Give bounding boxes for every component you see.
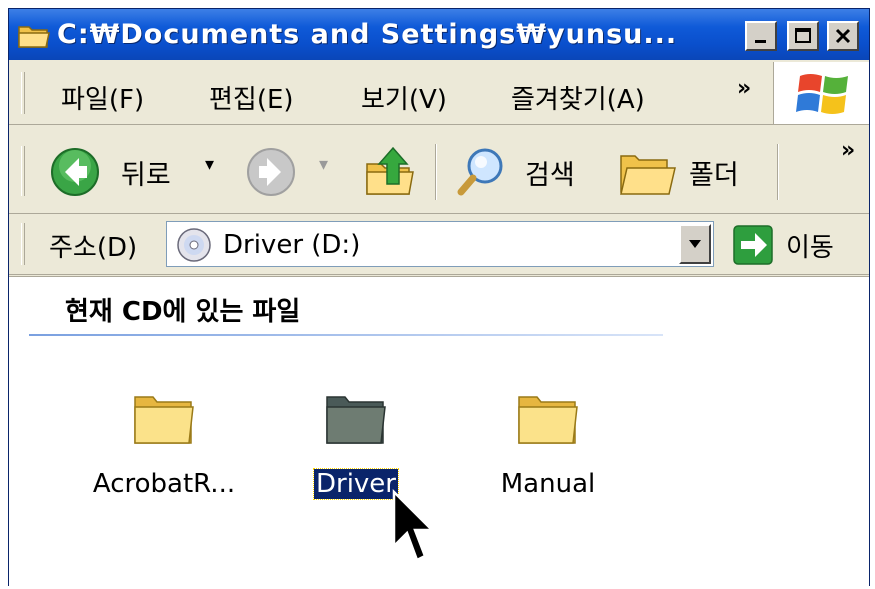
address-dropdown-button[interactable] [679,224,711,264]
go-button-label[interactable]: 이동 [786,227,834,264]
folder-icon [518,396,578,444]
standard-toolbar: 뒤로 ▾ ▾ 검색 폴더 » [9,126,869,214]
forward-arrow-icon[interactable] [245,146,297,198]
menu-file[interactable]: 파일(F) [61,79,144,116]
minimize-icon [755,40,766,43]
address-label: 주소(D) [49,233,138,263]
close-button[interactable] [827,21,859,51]
chevron-down-icon [689,240,701,248]
back-arrow-icon[interactable] [49,146,101,198]
back-button-label[interactable]: 뒤로 [121,153,171,192]
file-item-driver[interactable]: Driver [271,385,441,505]
folders-icon[interactable] [617,148,677,198]
toolbar-grip[interactable] [21,146,25,196]
folders-button-label[interactable]: 폴더 [689,153,739,192]
folder-up-icon[interactable] [363,144,419,200]
maximize-icon [795,28,811,43]
windows-logo-icon [796,74,848,114]
mouse-cursor-icon [392,488,436,562]
menu-edit[interactable]: 편집(E) [209,79,294,116]
title-bar[interactable]: C:₩Documents and Settings₩yunsu... [9,9,869,60]
menu-view[interactable]: 보기(V) [361,79,447,116]
file-list-pane[interactable]: 현재 CD에 있는 파일 AcrobatR... Driver Manual [9,276,869,587]
toolbar-overflow-chevron[interactable]: » [841,138,855,163]
window-title: C:₩Documents and Settings₩yunsu... [57,19,678,50]
explorer-window: C:₩Documents and Settings₩yunsu... 파일(F)… [8,8,870,587]
menu-overflow-chevron[interactable]: » [737,76,751,101]
close-icon [835,28,851,44]
menu-favorites[interactable]: 즐겨찾기(A) [511,79,645,116]
group-header: 현재 CD에 있는 파일 [65,297,301,327]
address-value[interactable]: Driver (D:) [223,230,360,260]
address-bar: 주소(D) Driver (D:) 이동 [9,215,869,275]
toolbar-grip[interactable] [21,72,25,114]
group-header-underline [29,334,663,336]
minimize-button[interactable] [745,21,777,51]
windows-logo-box [773,62,869,124]
search-icon[interactable] [453,144,509,200]
file-item-acrobat[interactable]: AcrobatR... [79,385,249,505]
file-item-manual[interactable]: Manual [463,385,633,505]
cd-drive-icon [177,228,211,262]
file-item-label: AcrobatR... [92,469,236,499]
toolbar-separator [777,144,779,200]
toolbar-grip[interactable] [21,223,25,265]
forward-dropdown-arrow[interactable]: ▾ [319,154,328,175]
back-dropdown-arrow[interactable]: ▾ [205,154,214,175]
toolbar-separator [435,144,437,200]
address-input[interactable]: Driver (D:) [166,221,714,267]
search-button-label[interactable]: 검색 [525,153,575,192]
folder-icon [134,396,194,444]
menu-bar: 파일(F) 편집(E) 보기(V) 즐겨찾기(A) » [9,62,869,125]
maximize-button[interactable] [787,21,819,51]
folder-icon [18,26,50,48]
go-arrow-icon[interactable] [733,225,773,265]
folder-icon [326,396,386,444]
file-item-label: Manual [500,469,596,499]
